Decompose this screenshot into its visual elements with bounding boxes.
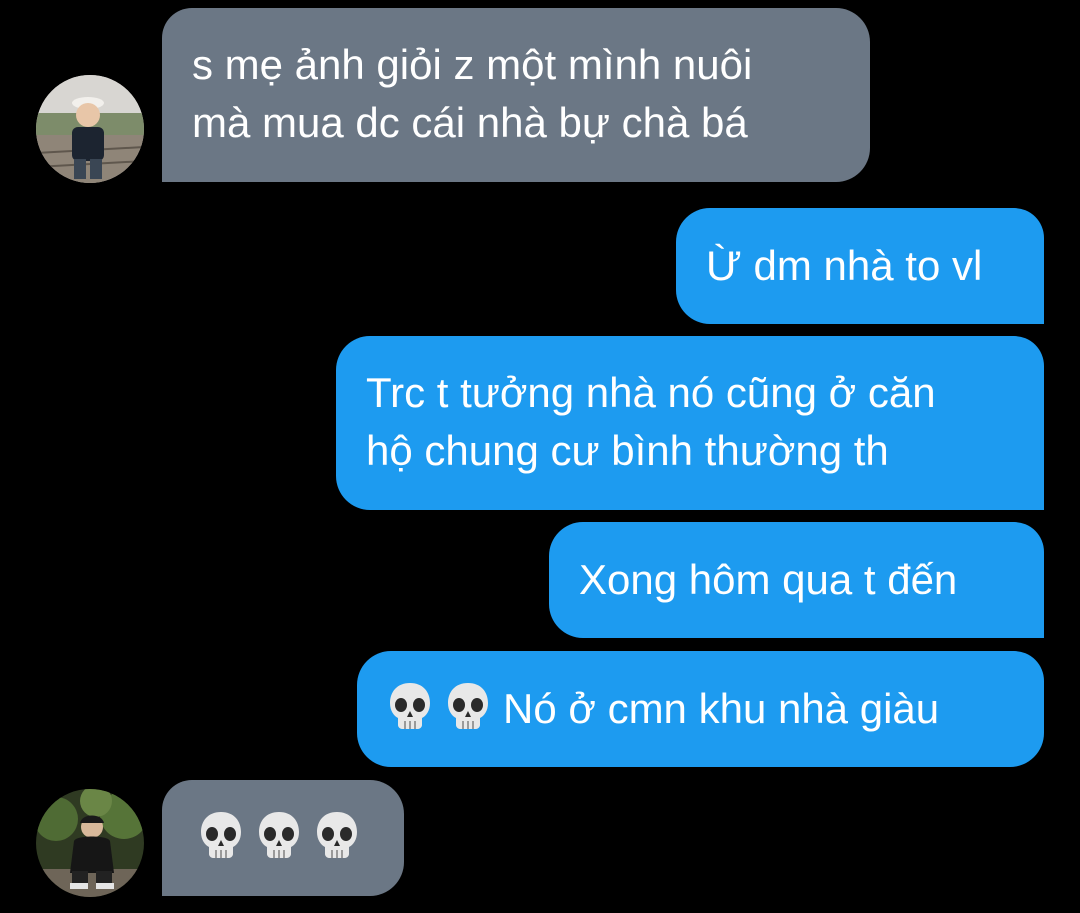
skull-emoji-icon bbox=[198, 810, 244, 860]
avatar-child-icon bbox=[36, 75, 144, 183]
skull-emoji-icon bbox=[314, 810, 360, 860]
skull-emoji-icon bbox=[387, 681, 433, 731]
message-content-row: Nó ở cmn khu nhà giàu bbox=[387, 680, 1014, 738]
skull-emoji-icon bbox=[256, 810, 302, 860]
message-text-line: Ừ dm nhà to vl bbox=[706, 242, 983, 289]
contact-avatar-1[interactable] bbox=[36, 75, 144, 183]
message-text-line: Nó ở cmn khu nhà giàu bbox=[503, 685, 940, 732]
message-text-line: Trc t tưởng nhà nó cũng ở căn bbox=[366, 369, 936, 416]
message-text-line: s mẹ ảnh giỏi z một mình nuôi bbox=[192, 41, 753, 88]
message-bubble-outgoing[interactable]: Nó ở cmn khu nhà giàu bbox=[357, 651, 1044, 767]
message-bubble-outgoing[interactable]: Ừ dm nhà to vl bbox=[676, 208, 1044, 324]
message-text-line: Xong hôm qua t đến bbox=[579, 556, 958, 603]
avatar-person-icon bbox=[36, 789, 144, 897]
contact-avatar-2[interactable] bbox=[36, 789, 144, 897]
message-content-row bbox=[198, 810, 374, 863]
message-text-line: mà mua dc cái nhà bự chà bá bbox=[192, 99, 748, 146]
message-bubble-outgoing[interactable]: Xong hôm qua t đến bbox=[549, 522, 1044, 638]
message-bubble-incoming[interactable] bbox=[162, 780, 404, 896]
message-text-line: hộ chung cư bình thường th bbox=[366, 427, 889, 474]
message-bubble-incoming[interactable]: s mẹ ảnh giỏi z một mình nuôi mà mua dc … bbox=[162, 8, 870, 182]
skull-emoji-icon bbox=[445, 681, 491, 731]
message-bubble-outgoing[interactable]: Trc t tưởng nhà nó cũng ở căn hộ chung c… bbox=[336, 336, 1044, 510]
